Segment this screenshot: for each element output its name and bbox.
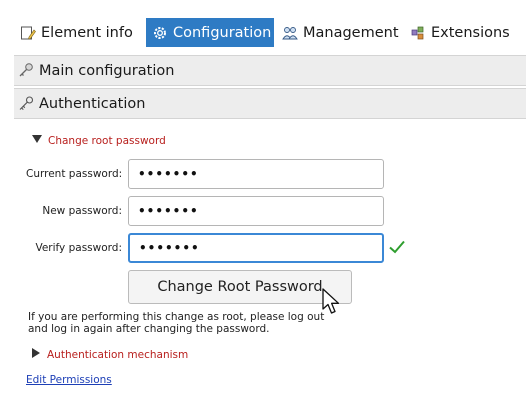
accordion-authentication[interactable]: Authentication [14, 88, 526, 119]
accordion-main-configuration[interactable]: Main configuration [14, 55, 526, 86]
tab-configuration[interactable]: Configuration [146, 18, 274, 47]
triangle-down-icon [32, 135, 42, 147]
key-icon [18, 95, 35, 112]
document-edit-icon [20, 25, 36, 41]
new-password-field[interactable] [128, 196, 384, 226]
logout-note: If you are performing this change as roo… [28, 311, 325, 335]
accordion-label: Authentication [39, 95, 146, 112]
toggle-label: Change root password [48, 135, 166, 147]
tab-label: Management [303, 24, 399, 41]
page: Element info Configuration Management Ex… [0, 0, 526, 399]
tab-extensions[interactable]: Extensions [404, 18, 526, 47]
current-password-field[interactable] [128, 159, 384, 189]
triangle-right-icon [32, 348, 41, 361]
toggle-label: Authentication mechanism [47, 348, 189, 361]
puzzle-icon [410, 25, 426, 41]
edit-permissions-link[interactable]: Edit Permissions [26, 374, 112, 386]
gear-icon [152, 25, 168, 41]
current-password-label: Current password: [26, 168, 123, 180]
accordion-label: Main configuration [39, 62, 175, 79]
new-password-label: New password: [42, 205, 122, 217]
tab-label: Configuration [173, 24, 272, 41]
tab-label: Element info [41, 24, 133, 41]
people-icon [282, 25, 298, 41]
tab-element-info[interactable]: Element info [14, 18, 142, 47]
verify-password-field[interactable] [128, 233, 384, 263]
checkmark-icon [388, 238, 406, 256]
key-group-icon [18, 62, 35, 79]
change-root-password-toggle[interactable]: Change root password [32, 135, 166, 147]
tab-label: Extensions [431, 24, 510, 41]
tab-management[interactable]: Management [276, 18, 400, 47]
authentication-mechanism-toggle[interactable]: Authentication mechanism [32, 348, 188, 361]
tab-bar: Element info Configuration Management Ex… [0, 0, 526, 50]
verify-password-label: Verify password: [35, 242, 122, 254]
change-root-password-button[interactable]: Change Root Password [128, 270, 352, 304]
